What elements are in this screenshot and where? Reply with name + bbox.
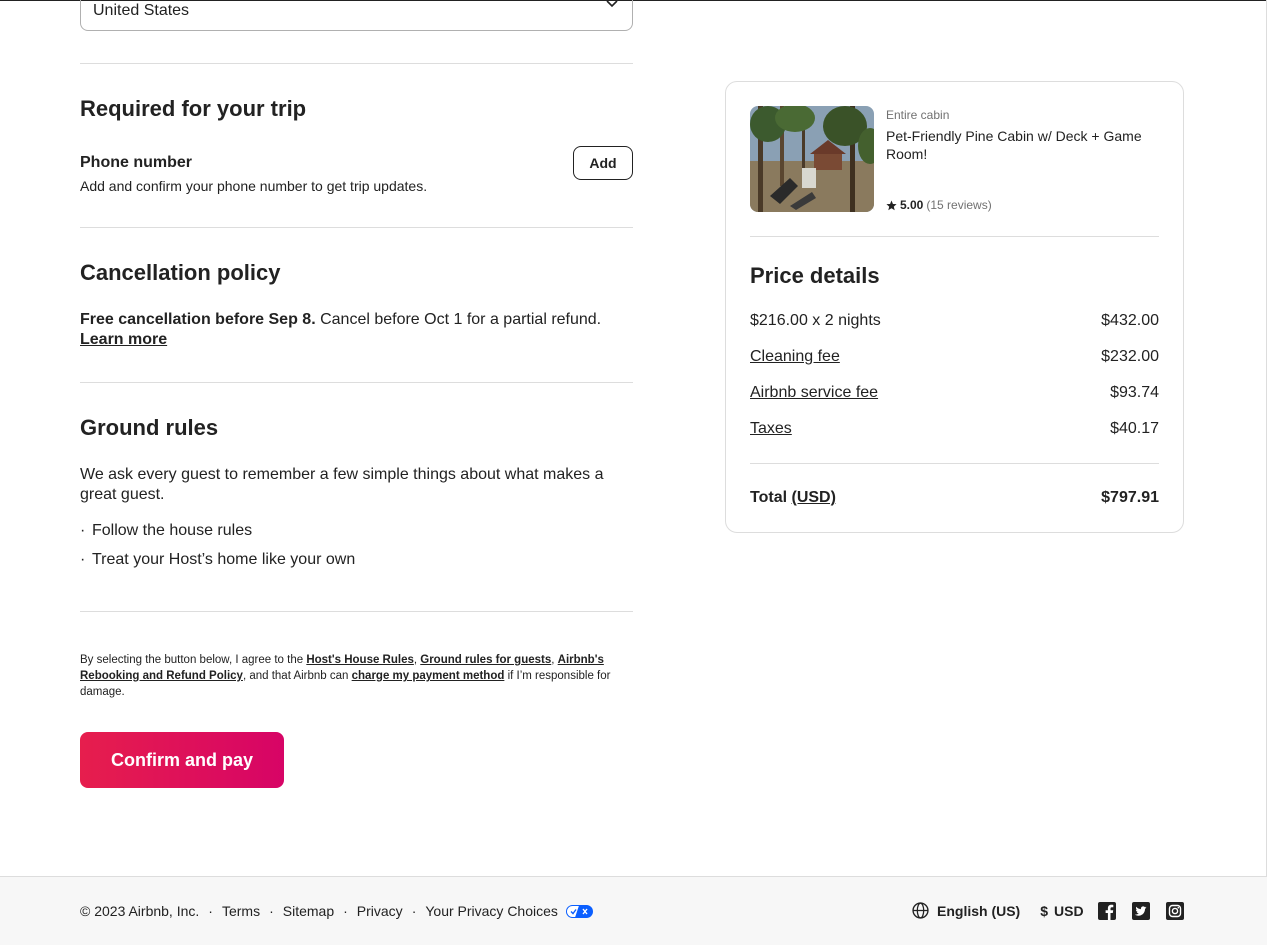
total-amount: $797.91 bbox=[1101, 489, 1159, 506]
chevron-down-icon bbox=[606, 0, 618, 8]
currency-symbol: $ bbox=[1040, 902, 1049, 919]
instagram-icon[interactable] bbox=[1166, 902, 1184, 920]
rule-text: Follow the house rules bbox=[92, 522, 253, 539]
cancellation-text: Free cancellation before Sep 8. Cancel b… bbox=[80, 310, 633, 330]
ground-rules-intro: We ask every guest to remember a few sim… bbox=[80, 466, 604, 503]
house-rules-link[interactable]: Host's House Rules bbox=[306, 654, 414, 666]
price-row-amount: $232.00 bbox=[1101, 348, 1159, 365]
price-details-title: Price details bbox=[750, 263, 880, 288]
legal-mid: , and that Airbnb can bbox=[242, 670, 352, 682]
price-row-label: $216.00 x 2 nights bbox=[750, 312, 881, 329]
separator: · bbox=[411, 903, 417, 919]
rating-score: 5.00 bbox=[900, 198, 924, 212]
twitter-icon[interactable] bbox=[1132, 902, 1150, 920]
listing-rating: 5.00 (15 reviews) bbox=[886, 198, 992, 212]
taxes-link[interactable]: Taxes bbox=[750, 420, 792, 438]
separator: · bbox=[343, 903, 348, 919]
confirm-and-pay-button[interactable]: Confirm and pay bbox=[80, 732, 284, 788]
separator: · bbox=[208, 903, 213, 919]
cleaning-fee-link[interactable]: Cleaning fee bbox=[750, 348, 840, 366]
divider bbox=[80, 382, 633, 383]
divider bbox=[80, 227, 633, 228]
add-phone-button[interactable]: Add bbox=[573, 146, 633, 180]
rule-text: Treat your Host’s home like your own bbox=[92, 551, 356, 568]
ground-rules-title: Ground rules bbox=[80, 415, 219, 440]
ground-rules-link[interactable]: Ground rules for guests bbox=[420, 654, 551, 666]
service-fee-link[interactable]: Airbnb service fee bbox=[750, 384, 878, 402]
copyright: © 2023 Airbnb, Inc. bbox=[80, 903, 200, 919]
price-row: $216.00 x 2 nights $432.00 bbox=[750, 312, 1159, 330]
divider bbox=[750, 236, 1159, 237]
learn-more-link[interactable]: Learn more bbox=[80, 331, 167, 349]
currency-link[interactable]: (USD) bbox=[791, 489, 835, 506]
total-label: Total bbox=[750, 489, 788, 506]
country-value: United States bbox=[93, 2, 190, 19]
price-row: Taxes $40.17 bbox=[750, 420, 1159, 438]
privacy-choices-link[interactable]: Your Privacy Choices bbox=[425, 903, 558, 919]
price-row-amount: $40.17 bbox=[1110, 420, 1159, 437]
required-title: Required for your trip bbox=[80, 96, 307, 121]
price-row-amount: $93.74 bbox=[1110, 384, 1159, 401]
locale-settings: English (US) $ USD bbox=[912, 902, 1084, 919]
total-row: Total (USD) $797.91 bbox=[750, 489, 1159, 507]
property-type: Entire cabin bbox=[886, 108, 950, 122]
total-label-group: Total (USD) bbox=[750, 489, 836, 507]
cancellation-bold: Free cancellation before Sep 8. bbox=[80, 311, 316, 328]
price-row: Airbnb service fee $93.74 bbox=[750, 384, 1159, 402]
list-item: · Treat your Host’s home like your own bbox=[80, 551, 356, 568]
sitemap-link[interactable]: Sitemap bbox=[283, 903, 334, 919]
charge-payment-link[interactable]: charge my payment method bbox=[352, 670, 505, 682]
price-row: Cleaning fee $232.00 bbox=[750, 348, 1159, 366]
legal-pre: By selecting the button below, I agree t… bbox=[80, 654, 307, 666]
listing-title: Pet-Friendly Pine Cabin w/ Deck + Game R… bbox=[886, 128, 1142, 162]
terms-link[interactable]: Terms bbox=[222, 903, 260, 919]
phone-title: Phone number bbox=[80, 154, 193, 171]
star-icon bbox=[886, 200, 897, 210]
cancellation-title: Cancellation policy bbox=[80, 260, 281, 285]
divider bbox=[80, 63, 633, 64]
review-count: (15 reviews) bbox=[926, 198, 992, 212]
currency-button[interactable]: USD bbox=[1054, 903, 1084, 919]
listing-price-card: Entire cabin Pet-Friendly Pine Cabin w/ … bbox=[725, 81, 1184, 533]
language-button[interactable]: English (US) bbox=[937, 903, 1020, 919]
separator: · bbox=[269, 903, 274, 919]
footer-links: © 2023 Airbnb, Inc. · Terms · Sitemap · … bbox=[80, 903, 593, 919]
social-links bbox=[1098, 902, 1184, 920]
facebook-icon[interactable] bbox=[1098, 902, 1116, 920]
globe-icon[interactable] bbox=[912, 902, 929, 919]
divider bbox=[80, 611, 633, 612]
legal-text: By selecting the button below, I agree t… bbox=[80, 652, 633, 700]
privacy-choices-icon[interactable] bbox=[565, 904, 593, 918]
phone-desc: Add and confirm your phone number to get… bbox=[80, 178, 428, 194]
price-row-amount: $432.00 bbox=[1101, 312, 1159, 329]
divider bbox=[750, 463, 1159, 464]
country-select[interactable]: United States bbox=[80, 0, 633, 31]
cancellation-detail: Cancel before Oct 1 for a partial refund… bbox=[315, 311, 602, 328]
listing-photo[interactable] bbox=[750, 106, 874, 212]
privacy-link[interactable]: Privacy bbox=[357, 903, 403, 919]
list-item: · Follow the house rules bbox=[80, 522, 253, 539]
footer: © 2023 Airbnb, Inc. · Terms · Sitemap · … bbox=[0, 876, 1267, 945]
